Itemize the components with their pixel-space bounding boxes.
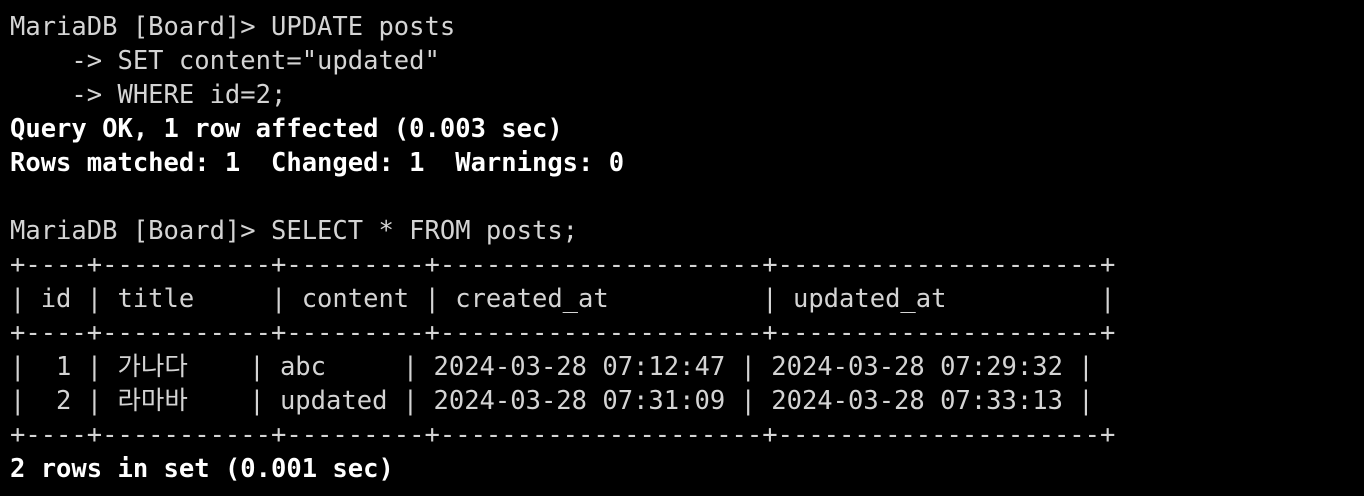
table-row: | 1 | 가나다 | abc | 2024-03-28 07:12:47 | …	[10, 352, 1094, 382]
table-header-divider: +----+-----------+---------+------------…	[10, 318, 1116, 348]
rows-in-set-message: 2 rows in set (0.001 sec)	[10, 454, 394, 484]
prompt-select-command: MariaDB [Board]> SELECT * FROM posts;	[10, 216, 579, 246]
query-ok-message: Query OK, 1 row affected (0.003 sec)	[10, 114, 563, 144]
table-border-top: +----+-----------+---------+------------…	[10, 250, 1116, 280]
terminal-window[interactable]: MariaDB [Board]> UPDATE posts -> SET con…	[0, 0, 1364, 496]
rows-matched-message: Rows matched: 1 Changed: 1 Warnings: 0	[10, 148, 625, 178]
table-border-bottom: +----+-----------+---------+------------…	[10, 420, 1116, 450]
continuation-set-clause: -> SET content="updated"	[10, 46, 440, 76]
table-header-row: | id | title | content | created_at | up…	[10, 284, 1116, 314]
prompt-update-command: MariaDB [Board]> UPDATE posts	[10, 12, 456, 42]
continuation-where-clause: -> WHERE id=2;	[10, 80, 287, 110]
table-row: | 2 | 라마바 | updated | 2024-03-28 07:31:0…	[10, 386, 1094, 416]
